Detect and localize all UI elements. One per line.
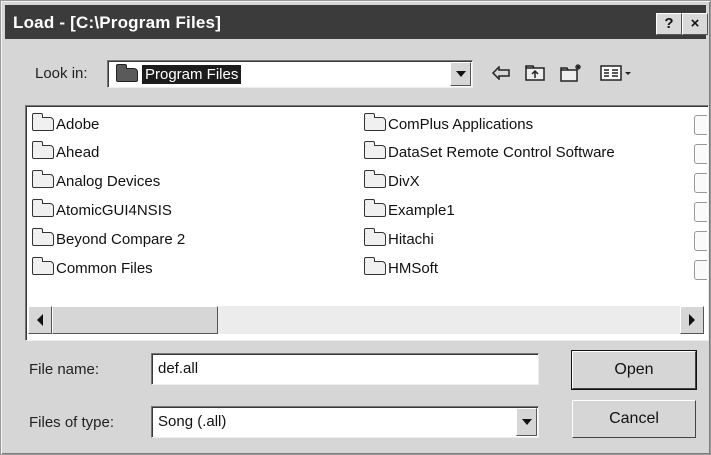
scroll-right-button[interactable]: [680, 306, 704, 334]
folder-icon: [694, 115, 707, 135]
folder-name: HMSoft: [388, 259, 439, 277]
title-bar: Load - [C:\Program Files] ? ×: [5, 5, 708, 39]
folder-icon: [31, 257, 54, 275]
list-item[interactable]: Beyond Compare 2: [31, 227, 186, 251]
file-type-label: Files of type:: [29, 414, 115, 431]
view-menu-button[interactable]: [597, 62, 635, 84]
cancel-button[interactable]: Cancel: [572, 400, 696, 438]
list-item[interactable]: HMSoft: [363, 256, 439, 280]
back-button[interactable]: [489, 62, 513, 84]
list-item[interactable]: Example1: [363, 198, 455, 222]
folder-icon: [363, 170, 386, 188]
look-in-label: Look in:: [35, 65, 88, 82]
help-button[interactable]: ?: [656, 13, 682, 35]
list-item[interactable]: Hitachi: [363, 227, 434, 251]
folder-name: DivX: [388, 172, 420, 190]
up-folder-icon: [525, 65, 545, 81]
list-item[interactable]: ComPlus Applications: [363, 112, 534, 136]
look-in-dropdown[interactable]: Program Files: [107, 60, 473, 88]
folder-name: ComPlus Applications: [388, 115, 534, 133]
list-item[interactable]: Ahead: [31, 140, 100, 164]
folder-name: AtomicGUI4NSIS: [56, 201, 172, 219]
list-item[interactable]: Adobe: [31, 112, 100, 136]
file-type-dropdown[interactable]: Song (.all): [151, 406, 539, 438]
folder-icon: [31, 170, 54, 188]
arrow-right-icon: [689, 314, 695, 326]
folder-icon: [694, 231, 707, 251]
folder-icon: [31, 199, 54, 217]
folder-icon: [31, 113, 54, 131]
folder-list[interactable]: Adobe Ahead Analog Devices AtomicGUI4NSI…: [25, 105, 709, 341]
file-name-field[interactable]: def.all: [151, 353, 539, 385]
close-button[interactable]: ×: [682, 13, 708, 35]
window-title: Load - [C:\Program Files]: [13, 13, 222, 32]
new-folder-button[interactable]: [559, 62, 583, 84]
folder-name: DataSet Remote Control Software: [388, 143, 615, 161]
list-item[interactable]: DataSet Remote Control Software: [363, 140, 615, 164]
chevron-down-icon: [521, 419, 532, 425]
new-folder-icon: [560, 64, 581, 82]
file-type-value: Song (.all): [158, 413, 227, 430]
scroll-left-button[interactable]: [28, 306, 52, 334]
folder-icon: [363, 113, 386, 131]
folder-icon: [694, 260, 707, 280]
file-type-dropdown-button[interactable]: [516, 408, 537, 436]
folder-icon: [115, 63, 138, 82]
folder-icon: [363, 228, 386, 246]
folder-name: Ahead: [56, 143, 100, 161]
look-in-dropdown-button[interactable]: [450, 62, 471, 86]
up-folder-button[interactable]: [523, 62, 547, 84]
chevron-down-icon: [455, 71, 466, 77]
folder-icon: [363, 199, 386, 217]
folder-icon: [363, 141, 386, 159]
list-item[interactable]: DivX: [363, 169, 420, 193]
scroll-thumb[interactable]: [52, 306, 218, 334]
folder-name: Beyond Compare 2: [56, 230, 186, 248]
folder-icon: [31, 228, 54, 246]
load-dialog: Load - [C:\Program Files] ? × Look in: P…: [0, 0, 711, 455]
folder-icon: [694, 202, 707, 222]
back-icon: [491, 66, 510, 80]
arrow-left-icon: [37, 314, 43, 326]
file-name-value: def.all: [158, 360, 199, 377]
list-item[interactable]: Common Files: [31, 256, 153, 280]
folder-icon: [31, 141, 54, 159]
view-menu-icon: [600, 65, 631, 81]
folder-icon: [694, 144, 707, 164]
folder-name: Hitachi: [388, 230, 434, 248]
file-name-label: File name:: [29, 361, 100, 378]
horizontal-scrollbar[interactable]: [28, 306, 704, 334]
folder-name: Analog Devices: [56, 172, 161, 190]
list-item[interactable]: Analog Devices: [31, 169, 161, 193]
folder-name: Adobe: [56, 115, 100, 133]
folder-name: Example1: [388, 201, 455, 219]
folder-icon: [363, 257, 386, 275]
list-item[interactable]: AtomicGUI4NSIS: [31, 198, 172, 222]
open-button[interactable]: Open: [571, 350, 697, 390]
folder-icon: [694, 173, 707, 193]
folder-name: Common Files: [56, 259, 153, 277]
look-in-value: Program Files: [142, 65, 242, 84]
